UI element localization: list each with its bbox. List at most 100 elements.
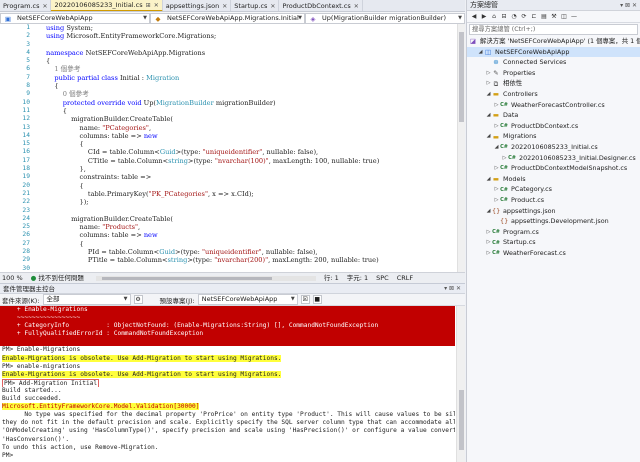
scrollbar-thumb[interactable] — [459, 32, 464, 122]
more-icon[interactable]: — — [570, 13, 578, 21]
stop-icon[interactable]: ■ — [312, 295, 322, 304]
folder-icon: ▬ — [492, 90, 500, 99]
pin-icon[interactable]: ⊞ — [146, 0, 151, 11]
switch-views-icon[interactable]: ⊟ — [500, 13, 508, 21]
issues-indicator[interactable]: 找不到任何問題 — [38, 273, 84, 283]
scrollbar-thumb[interactable] — [459, 390, 464, 450]
pin-icon[interactable]: ▾ ⊠ ✕ — [444, 284, 461, 294]
close-tab-icon[interactable]: ✕ — [270, 1, 275, 12]
close-tab-icon[interactable]: ✕ — [42, 1, 47, 12]
console-line: PM> — [0, 452, 455, 460]
expanded-arrow-icon[interactable]: ◢ — [485, 89, 492, 100]
tree-node[interactable]: ▷ ⧉ 相依性 — [467, 78, 640, 89]
home-icon[interactable]: ⌂ — [490, 13, 498, 21]
document-tab[interactable]: ProductDbContext.cs ✕ — [279, 0, 363, 12]
chevron-down-icon: ▼ — [143, 15, 147, 21]
tree-node[interactable]: ▷ C# WeatherForecast.cs — [467, 248, 640, 259]
editor-horizontal-scrollbar[interactable] — [95, 275, 316, 281]
tree-node[interactable]: ◢ C# 20220106085233_Initial.cs — [467, 142, 640, 153]
forward-icon[interactable]: ▶ — [480, 13, 488, 21]
expanded-arrow-icon[interactable]: ◢ — [485, 110, 492, 121]
tree-node[interactable]: ◢ ▬ Models — [467, 174, 640, 185]
package-manager-console: 套件管理器主控台 ▾ ⊠ ✕ 套件來源(K): 全部 ▼ ⚙ 預設專案(J): … — [0, 283, 465, 462]
collapsed-arrow-icon[interactable]: ▷ — [485, 68, 492, 79]
tree-node[interactable]: ◢{} appsettings.json — [467, 206, 640, 217]
zoom-level[interactable]: 100 % — [2, 273, 23, 283]
tree-node-label: Product.cs — [511, 195, 545, 204]
line-number: 15 — [22, 140, 30, 148]
console-line: + CategoryInfo : ObjectNotFound: (Enable… — [0, 322, 455, 331]
tree-node[interactable]: ▷ C# Product.cs — [467, 195, 640, 206]
code-line: CId = table.Column<Guid>(type: "uniqueid… — [46, 148, 319, 157]
collapsed-arrow-icon[interactable]: ▷ — [501, 153, 508, 164]
expanded-arrow-icon[interactable]: ◢ — [485, 174, 492, 185]
collapsed-arrow-icon[interactable]: ▷ — [485, 237, 492, 248]
tree-node[interactable]: ▷ C# ProductDbContextModelSnapshot.cs — [467, 163, 640, 174]
line-number: 2 — [26, 32, 30, 40]
collapsed-arrow-icon[interactable]: ▷ — [493, 163, 500, 174]
collapsed-arrow-icon[interactable]: ▷ — [485, 78, 492, 89]
scrollbar-thumb[interactable] — [101, 276, 272, 280]
tree-node[interactable]: ◢ ▬ Controllers — [467, 89, 640, 100]
class-dropdown[interactable]: ◆ NetSEFCoreWebApiApp.Migrations.Initial… — [150, 13, 305, 24]
preview-icon[interactable]: ◫ — [560, 13, 568, 21]
expanded-arrow-icon[interactable]: ◢ — [493, 142, 500, 153]
collapsed-arrow-icon[interactable]: ▷ — [493, 121, 500, 132]
tree-node[interactable]: ▷ C# Startup.cs — [467, 237, 640, 248]
collapsed-arrow-icon[interactable]: ▷ — [493, 195, 500, 206]
expanded-arrow-icon[interactable]: ◢ — [485, 131, 492, 142]
tree-node[interactable]: ▷ C# ProductDbContext.cs — [467, 121, 640, 132]
editor-vertical-scrollbar[interactable] — [457, 24, 465, 272]
collapsed-arrow-icon[interactable]: ▷ — [485, 227, 492, 238]
member-dropdown[interactable]: ◈ Up(MigrationBuilder migrationBuilder) … — [305, 13, 465, 24]
expanded-arrow-icon[interactable]: ◢ — [485, 206, 492, 217]
document-tab[interactable]: appsettings.json ✕ — [163, 0, 232, 12]
show-all-files-icon[interactable]: ▤ — [540, 13, 548, 21]
console-output[interactable]: + Enable-Migrations ~~~~~~~~~~~~~~~~~ + … — [0, 306, 455, 462]
collapsed-arrow-icon[interactable]: ▷ — [493, 184, 500, 195]
back-icon[interactable]: ◀ — [470, 13, 478, 21]
tree-node[interactable]: ◢ ▬ Data — [467, 110, 640, 121]
tree-node[interactable]: ◢ ▬ Migrations — [467, 131, 640, 142]
close-tab-icon[interactable]: ✕ — [222, 1, 227, 12]
close-tab-icon[interactable]: ✕ — [154, 0, 159, 11]
document-tab[interactable]: Program.cs ✕ — [0, 0, 52, 12]
settings-icon[interactable]: ⚙ — [133, 295, 143, 304]
tree-node[interactable]: ▷ ✎ Properties — [467, 68, 640, 79]
tree-node[interactable]: ◢ ◫ NetSEFCoreWebApiApp — [467, 46, 640, 58]
expanded-arrow-icon[interactable]: ◢ — [477, 47, 484, 58]
whitespace-mode: SPC — [376, 274, 389, 282]
collapsed-arrow-icon[interactable]: ▷ — [493, 100, 500, 111]
solution-search-input[interactable]: 搜尋方案總管 (Ctrl+;) — [469, 24, 638, 35]
project-dropdown[interactable]: ▣ NetSEFCoreWebApiApp ▼ — [0, 13, 150, 24]
console-line-text: 'HasConversion()'. — [2, 435, 70, 443]
pin-icon[interactable]: ▾ ⊠ ✕ — [620, 0, 637, 11]
code-line: name: "PCategories", — [46, 123, 152, 132]
sync-icon[interactable]: ⟳ — [520, 13, 528, 21]
collapse-all-icon[interactable]: ⊏ — [530, 13, 538, 21]
csharp-file-icon: C# — [500, 123, 508, 130]
console-toolbar: 套件來源(K): 全部 ▼ ⚙ 預設專案(J): NetSEFCoreWebAp… — [0, 294, 465, 306]
tree-node[interactable]: ▷ C# WeatherForecastController.cs — [467, 100, 640, 111]
code-line: { — [46, 57, 51, 66]
code-line: { — [46, 106, 67, 115]
tab-label: Program.cs — [3, 1, 40, 10]
tree-node[interactable]: ▷ C# Program.cs — [467, 227, 640, 238]
clear-console-icon[interactable]: ☒ — [300, 295, 310, 304]
close-tab-icon[interactable]: ✕ — [354, 1, 359, 12]
package-source-dropdown[interactable]: 全部 ▼ — [42, 294, 131, 305]
solution-node[interactable]: ◪ 解決方案 'NetSEFCoreWebApiApp' (1 個專案，共 1 … — [467, 36, 640, 47]
tree-node[interactable]: ⊛ Connected Services — [467, 57, 640, 68]
tree-node[interactable]: ▷ C# PCategory.cs — [467, 184, 640, 195]
tree-node[interactable]: {} appsettings.Development.json — [467, 216, 640, 227]
collapsed-arrow-icon[interactable]: ▷ — [485, 248, 492, 259]
console-scrollbar[interactable] — [456, 306, 465, 462]
document-tab[interactable]: Startup.cs ✕ — [231, 0, 280, 12]
default-project-dropdown[interactable]: NetSEFCoreWebApiApp ▼ — [197, 294, 298, 305]
tree-node[interactable]: ▷ C# 20220106085233_Initial.Designer.cs — [467, 153, 640, 164]
document-tab[interactable]: 20220106085233_Initial.cs ⊞ ✕ — [51, 0, 163, 11]
pending-changes-icon[interactable]: ◔ — [510, 13, 518, 21]
code-text[interactable]: using System; using Microsoft.EntityFrame… — [46, 24, 457, 272]
code-editor[interactable]: 1 2 3 4 5 6 7 8 9 10 11 12 13 14 15 16 17 18 19 20 21 22 23 24 2… — [0, 24, 465, 272]
properties-icon[interactable]: ⚒ — [550, 13, 558, 21]
